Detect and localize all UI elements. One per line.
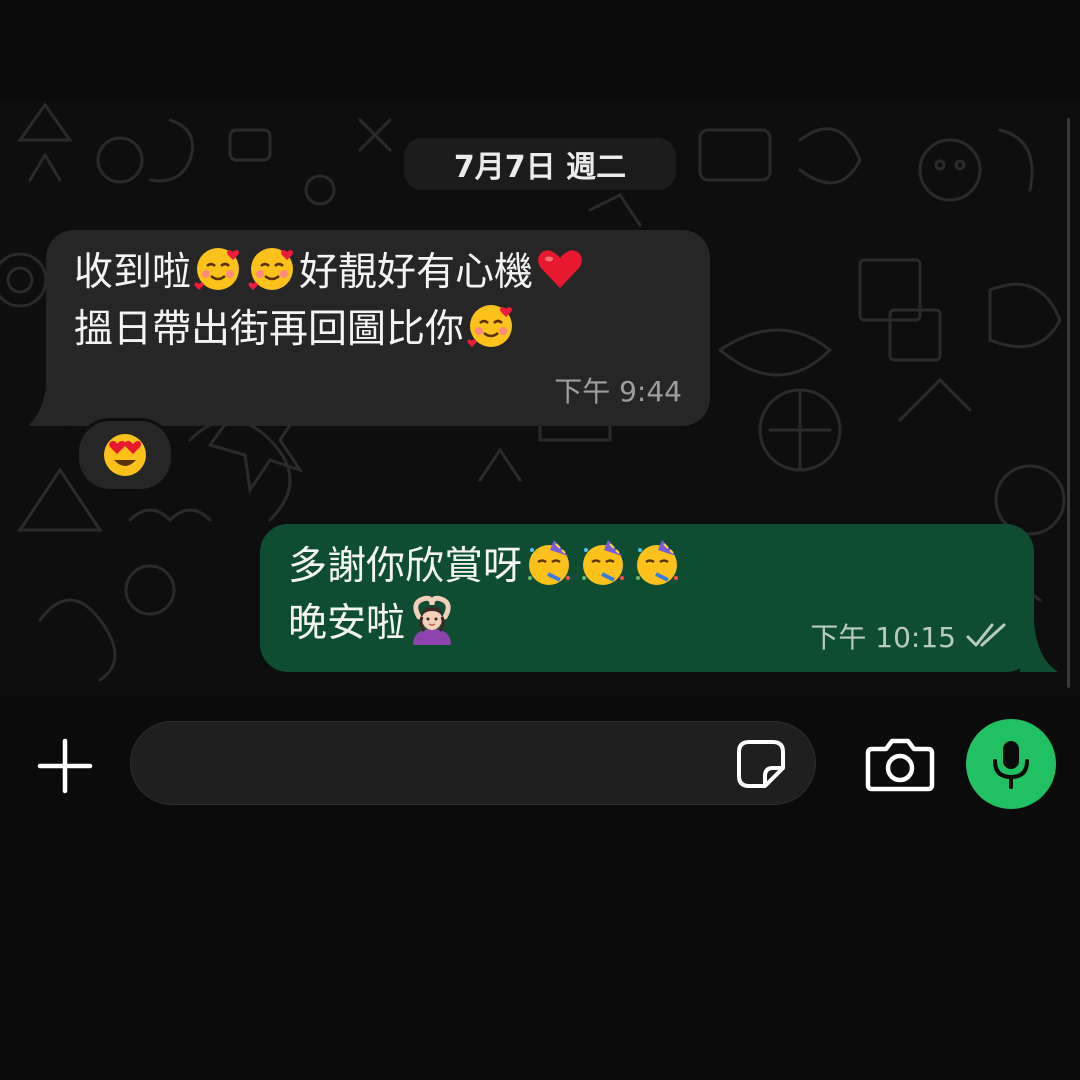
double-check-icon: [966, 623, 1006, 647]
heart-eyes-icon: [100, 430, 150, 480]
message-outgoing[interactable]: 多謝你欣賞呀 晚安啦 下午 10:15: [260, 524, 1034, 672]
microphone-icon: [993, 741, 1029, 789]
red-heart-icon: [535, 244, 585, 294]
message-line: 搵日帶出街再回圖比你: [74, 301, 587, 358]
text-segment: 搵日帶出街再回圖比你: [74, 307, 465, 352]
microphone-button[interactable]: [966, 719, 1056, 809]
message-reaction[interactable]: [76, 418, 174, 492]
sticker-icon: [737, 740, 785, 788]
message-line: 多謝你欣賞呀: [288, 538, 684, 595]
message-line: 晚安啦: [288, 595, 684, 652]
message-timestamp: 下午 9:44: [554, 375, 682, 408]
message-incoming[interactable]: 收到啦 好靚好有心機 搵日帶出街再回圖比你 下午 9:44: [46, 230, 710, 426]
text-segment: 好靚好有心機: [299, 250, 534, 295]
partying-face-icon: [524, 538, 574, 588]
chat-area[interactable]: 7月7日 週二 收到啦 好靚好有心機 搵日帶出街再回圖比你 下午 9:44 多謝你…: [0, 100, 1080, 695]
date-separator: 7月7日 週二: [404, 138, 676, 190]
person-gesturing-ok-icon: [407, 595, 457, 645]
message-input[interactable]: [159, 722, 723, 806]
status-area: [0, 0, 1080, 100]
keyboard-area-background: [0, 835, 1080, 1080]
smiling-face-with-hearts-icon: [466, 301, 516, 351]
text-segment: 收到啦: [74, 250, 192, 295]
partying-face-icon: [578, 538, 628, 588]
camera-button[interactable]: [864, 735, 936, 795]
scrollbar[interactable]: [1067, 118, 1070, 688]
message-line: 收到啦 好靚好有心機: [74, 244, 587, 301]
composer-bar: [0, 695, 1080, 835]
message-meta: 下午 10:15: [810, 616, 1008, 656]
partying-face-icon: [632, 538, 682, 588]
message-timestamp: 下午 10:15: [810, 621, 956, 654]
message-text: 多謝你欣賞呀 晚安啦: [288, 538, 684, 652]
message-text: 收到啦 好靚好有心機 搵日帶出街再回圖比你: [74, 244, 587, 358]
attach-button[interactable]: [30, 731, 100, 801]
sticker-button[interactable]: [735, 738, 787, 790]
text-segment: 多謝你欣賞呀: [288, 544, 523, 589]
smiling-face-with-hearts-icon: [247, 244, 297, 294]
message-input-field[interactable]: [130, 721, 816, 806]
camera-icon: [865, 738, 935, 792]
plus-icon: [37, 738, 93, 794]
smiling-face-with-hearts-icon: [193, 244, 243, 294]
text-segment: 晚安啦: [288, 601, 406, 646]
